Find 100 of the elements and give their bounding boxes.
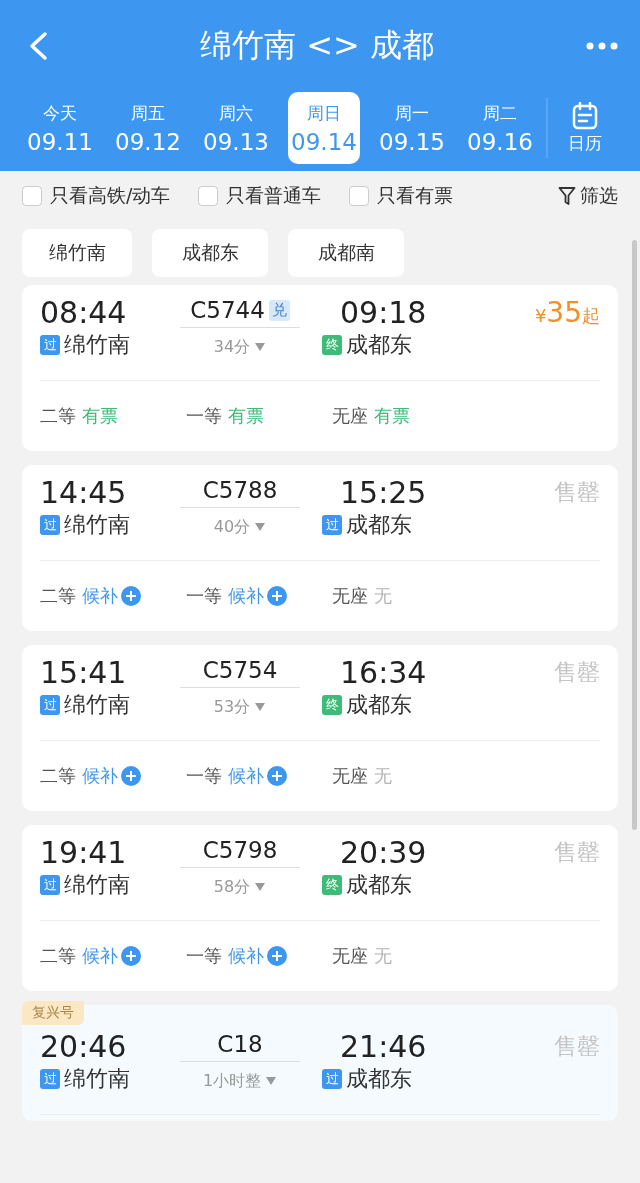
arrival-station: 成都东	[346, 691, 412, 719]
caret-icon	[254, 882, 267, 892]
arrival-station: 成都东	[346, 331, 412, 359]
funnel-icon	[558, 186, 576, 206]
seat-status[interactable]: 候补	[82, 584, 141, 608]
date-tab[interactable]: 周五 09.12	[104, 92, 192, 164]
train-card[interactable]: 14:45 C5788 15:25 售罄 过 绵竹南 40分 过 成都东 二等 候补 一等 候补 无座 无	[22, 465, 618, 631]
departure-station: 绵竹南	[64, 331, 130, 359]
station-chip[interactable]: 成都东	[152, 229, 268, 277]
seat-status[interactable]: 有票	[82, 404, 118, 428]
departure-station: 绵竹南	[64, 511, 130, 539]
seat-class: 一等	[186, 584, 222, 608]
caret-icon	[265, 1076, 278, 1086]
seat-class: 无座	[332, 404, 368, 428]
seat-class: 二等	[40, 404, 76, 428]
seat-class: 二等	[40, 584, 76, 608]
arrival-time: 20:39	[340, 835, 427, 870]
plus-icon	[267, 586, 287, 606]
calendar-label[interactable]: 日历	[568, 131, 602, 155]
sold-out-label: 售罄	[554, 838, 600, 867]
seat-status[interactable]: 有票	[374, 404, 410, 428]
train-card[interactable]: 08:44 C5744 兑 09:18 ¥35起 过 绵竹南 34分 终 成都东 二等 有票 一等 有票 无座 有票	[22, 285, 618, 451]
departure-time: 08:44	[40, 295, 127, 330]
station-tag: 过	[40, 515, 60, 535]
arrival-station: 成都东	[346, 511, 412, 539]
departure-station: 绵竹南	[64, 871, 130, 899]
back-icon[interactable]	[28, 31, 48, 61]
train-card[interactable]: 19:41 C5798 20:39 售罄 过 绵竹南 58分 终 成都东 二等 候补 一等 候补 无座 无	[22, 825, 618, 991]
duration-toggle[interactable]: 40分	[213, 516, 267, 538]
seat-status[interactable]: 候补	[228, 584, 287, 608]
station-chip[interactable]: 成都南	[288, 229, 404, 277]
seat-status[interactable]: 无	[374, 944, 392, 968]
date-tab[interactable]: 今天 09.11	[16, 92, 104, 164]
departure-time: 19:41	[40, 835, 127, 870]
seat-status[interactable]: 有票	[228, 404, 264, 428]
filter-checkbox[interactable]: 只看有票	[349, 183, 454, 209]
train-number: C5788	[202, 477, 278, 503]
plus-icon	[121, 766, 141, 786]
duration-toggle[interactable]: 58分	[213, 876, 267, 898]
departure-time: 14:45	[40, 475, 127, 510]
train-type-label: 复兴号	[22, 1001, 84, 1025]
page-title: 绵竹南 <> 成都	[200, 25, 434, 66]
station-tag: 终	[322, 695, 342, 715]
filter-checkbox[interactable]: 只看普通车	[198, 183, 322, 209]
train-card[interactable]: 15:41 C5754 16:34 售罄 过 绵竹南 53分 终 成都东 二等 候补 一等 候补 无座 无	[22, 645, 618, 811]
station-tag: 过	[40, 335, 60, 355]
duration-toggle[interactable]: 53分	[213, 696, 267, 718]
sold-out-label: 售罄	[554, 478, 600, 507]
duration-toggle[interactable]: 34分	[213, 336, 267, 358]
plus-icon	[267, 766, 287, 786]
arrival-time: 21:46	[340, 1029, 427, 1064]
more-icon[interactable]	[586, 42, 618, 50]
station-tag: 过	[322, 515, 342, 535]
departure-station: 绵竹南	[64, 691, 130, 719]
seat-class: 无座	[332, 944, 368, 968]
station-tag: 终	[322, 335, 342, 355]
plus-icon	[121, 946, 141, 966]
plus-icon	[267, 946, 287, 966]
station-tag: 过	[40, 695, 60, 715]
station-tag: 过	[40, 1069, 60, 1089]
date-tab[interactable]: 周一 09.15	[368, 92, 456, 164]
filter-button[interactable]: 筛选	[558, 183, 618, 209]
seat-status[interactable]: 无	[374, 584, 392, 608]
seat-class: 一等	[186, 764, 222, 788]
plus-icon	[121, 586, 141, 606]
sold-out-label: 售罄	[554, 1032, 600, 1061]
train-number: C5744	[190, 297, 265, 323]
departure-time: 15:41	[40, 655, 127, 690]
departure-station: 绵竹南	[64, 1065, 130, 1093]
arrival-time: 09:18	[340, 295, 427, 330]
seat-class: 二等	[40, 944, 76, 968]
seat-status[interactable]: 候补	[228, 764, 287, 788]
arrival-time: 15:25	[340, 475, 427, 510]
date-tab[interactable]: 周二 09.16	[456, 92, 544, 164]
caret-icon	[254, 342, 267, 352]
seat-status[interactable]: 候补	[82, 944, 141, 968]
station-tag: 过	[322, 1069, 342, 1089]
date-tab[interactable]: 周日 09.14	[288, 92, 360, 164]
seat-class: 一等	[186, 404, 222, 428]
seat-status[interactable]: 候补	[82, 764, 141, 788]
arrival-station: 成都东	[346, 1065, 412, 1093]
exchange-badge: 兑	[268, 299, 290, 321]
station-tag: 终	[322, 875, 342, 895]
seat-class: 无座	[332, 764, 368, 788]
train-number: C18	[217, 1031, 263, 1057]
seat-status[interactable]: 候补	[228, 944, 287, 968]
departure-time: 20:46	[40, 1029, 127, 1064]
train-number: C5798	[202, 837, 278, 863]
station-chip[interactable]: 绵竹南	[22, 229, 132, 277]
duration-toggle[interactable]: 1小时整	[202, 1070, 278, 1092]
seat-status[interactable]: 无	[374, 764, 392, 788]
seat-class: 无座	[332, 584, 368, 608]
caret-icon	[254, 522, 267, 532]
station-tag: 过	[40, 875, 60, 895]
train-number: C5754	[202, 657, 278, 683]
filter-checkbox[interactable]: 只看高铁/动车	[22, 183, 171, 209]
date-tab[interactable]: 周六 09.13	[192, 92, 280, 164]
seat-class: 一等	[186, 944, 222, 968]
caret-icon	[254, 702, 267, 712]
calendar-icon[interactable]	[572, 101, 598, 130]
